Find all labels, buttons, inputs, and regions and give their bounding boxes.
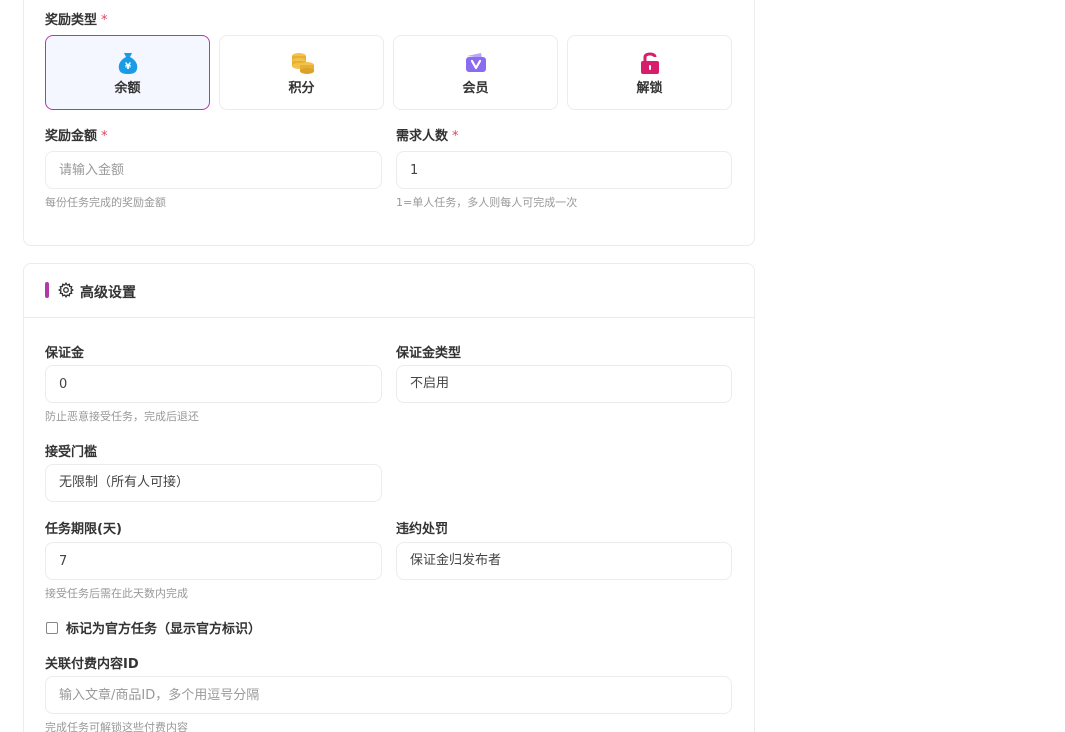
advanced-settings-card: 高级设置 保证金 防止恶意接受任务，完成后退还 保证金类型 不启用 接受门槛 无…: [23, 263, 755, 732]
deadline-label: 任务期限(天): [45, 522, 122, 537]
paid-content-input[interactable]: [45, 676, 732, 714]
reward-type-unlock-button[interactable]: 解锁: [567, 35, 732, 110]
deadline-input[interactable]: [45, 542, 382, 580]
threshold-label: 接受门槛: [45, 445, 98, 460]
reward-type-label: 奖励类型 *: [45, 13, 108, 28]
required-people-input[interactable]: [396, 151, 732, 189]
paid-content-hint: 完成任务可解锁这些付费内容: [45, 721, 188, 732]
threshold-select[interactable]: 无限制（所有人可接）: [45, 464, 382, 502]
penalty-select[interactable]: 保证金归发布者: [396, 542, 732, 580]
reward-type-vip-label: 会员: [462, 81, 489, 96]
reward-type-unlock-label: 解锁: [636, 81, 663, 96]
reward-amount-hint: 每份任务完成的奖励金额: [45, 196, 166, 209]
penalty-label: 违约处罚: [396, 522, 449, 537]
required-mark: *: [101, 129, 108, 144]
required-people-hint: 1=单人任务，多人则每人可完成一次: [396, 196, 578, 209]
section-title: 高级设置: [80, 285, 136, 301]
reward-amount-label: 奖励金额 *: [45, 129, 108, 144]
required-people-label: 需求人数 *: [396, 129, 459, 144]
reward-type-balance-label: 余额: [114, 81, 141, 96]
svg-text:¥: ¥: [124, 62, 131, 72]
reward-type-vip-button[interactable]: 会员: [393, 35, 558, 110]
vip-badge-icon: [465, 53, 486, 72]
reward-type-points-label: 积分: [288, 81, 315, 96]
reward-settings-card: 奖励类型 * ¥ 余额 积分 会员 解锁 奖励金额 * 请输入金额 每份任务完成…: [23, 0, 755, 246]
paid-content-label: 关联付费内容ID: [45, 657, 139, 672]
reward-type-points-button[interactable]: 积分: [219, 35, 384, 110]
deposit-hint: 防止恶意接受任务，完成后退还: [45, 410, 199, 423]
required-mark: *: [452, 129, 459, 144]
required-mark: *: [101, 13, 108, 28]
reward-type-balance-button[interactable]: ¥ 余额: [45, 35, 210, 110]
deposit-type-label: 保证金类型: [396, 346, 462, 361]
advanced-settings-header: 高级设置: [24, 264, 754, 318]
gear-icon: [58, 282, 74, 298]
coins-icon: [291, 53, 314, 74]
deposit-input[interactable]: [45, 365, 382, 403]
official-task-checkbox[interactable]: [46, 622, 58, 634]
reward-amount-input[interactable]: [45, 151, 382, 189]
deposit-type-select[interactable]: 不启用: [396, 365, 732, 403]
unlock-icon: [640, 52, 659, 74]
deposit-label: 保证金: [45, 346, 85, 361]
official-task-label[interactable]: 标记为官方任务（显示官方标识）: [66, 618, 261, 637]
money-bag-icon: ¥: [118, 53, 137, 74]
deadline-hint: 接受任务后需在此天数内完成: [45, 587, 188, 600]
section-accent-bar: [45, 282, 49, 298]
